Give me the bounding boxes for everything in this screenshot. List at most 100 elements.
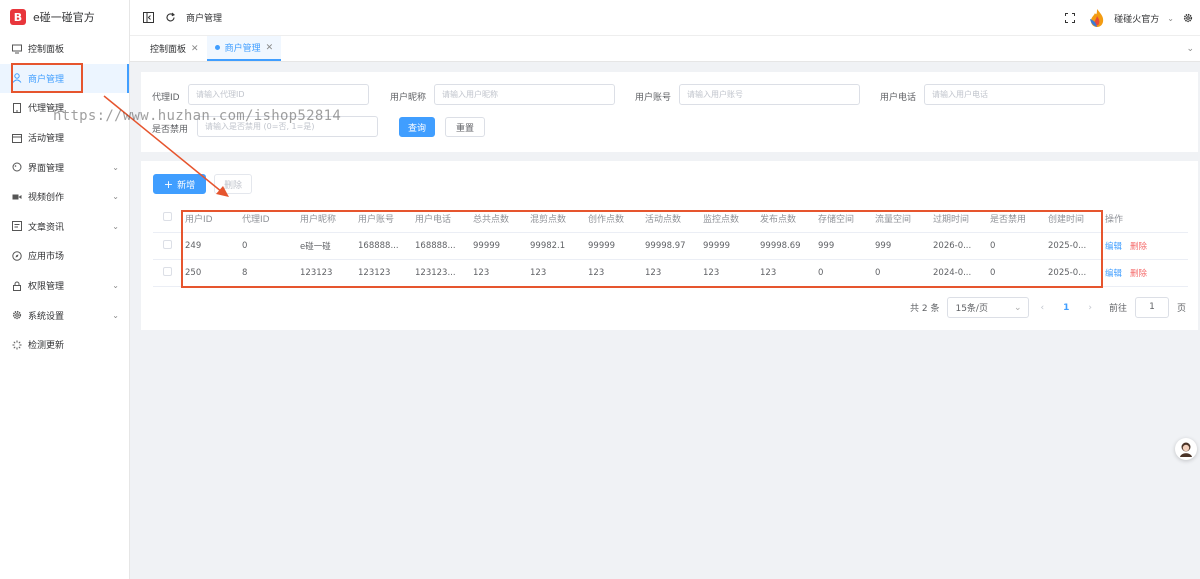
checkbox[interactable] [163,266,172,276]
chevron-down-icon: ⌄ [112,281,119,291]
table-cell: 123123 [300,259,358,287]
table-cell: 0 [818,259,875,287]
table-cell: 123 [588,259,645,287]
chevron-down-icon: ⌄ [112,192,119,202]
sidebar-item-article[interactable]: 文章资讯 ⌄ [0,212,129,242]
username[interactable]: 碰碰火官方 [1114,12,1159,25]
checkbox[interactable] [163,239,172,249]
row-select-cell[interactable] [153,259,185,287]
sidebar-item-settings[interactable]: 系统设置 ⌄ [0,300,129,330]
disabled-input[interactable]: 请输入是否禁用 (0=否, 1=是) [197,116,378,137]
next-page-icon[interactable]: › [1085,303,1095,313]
chevron-down-icon: ⌄ [112,162,119,172]
sidebar-item-label: 文章资讯 [28,222,65,233]
sidebar-item-label: 应用市场 [28,252,65,263]
reset-button[interactable]: 重置 [445,117,485,137]
lock-icon [12,281,22,291]
palette-icon [12,162,22,172]
search-form: 代理ID 请输入代理ID 用户昵称 请输入用户昵称 用户账号 请输入用户账号 用… [141,72,1198,152]
page-size-select[interactable]: 15条/页 ⌄ [947,297,1030,318]
pagination: 共 2 条 15条/页 ⌄ ‹ 1 › 前往 1 页 [910,297,1186,318]
column-header: 监控点数 [703,205,760,233]
close-icon[interactable]: ✕ [266,43,274,53]
edit-link[interactable]: 编辑 [1105,269,1122,279]
sidebar-item-market[interactable]: 应用市场 [0,241,129,271]
avatar[interactable] [1088,8,1106,28]
account-input[interactable]: 请输入用户账号 [679,84,860,105]
fullscreen-icon[interactable] [1064,12,1076,24]
active-dot [214,45,220,50]
table-cell: 123123 [358,259,415,287]
disabled-label: 是否禁用 [152,125,189,135]
support-avatar[interactable] [1175,438,1197,460]
column-header: 存储空间 [818,205,875,233]
topbar: 商户管理 碰碰火官方 ⌄ [130,0,1200,36]
sidebar-item-merchant[interactable]: 商户管理 [0,63,129,94]
column-header: 活动点数 [645,205,703,233]
tab-label: 商户管理 [224,44,261,54]
table-cell: 2025-0... [1048,259,1105,287]
edit-link[interactable]: 编辑 [1105,242,1122,252]
table-cell: 123 [760,259,818,287]
table-cell: 999 [818,232,875,260]
chevron-down-icon[interactable]: ⌄ [1167,14,1174,23]
table-cell: e碰一碰 [300,232,358,260]
delete-button[interactable]: 删除 [214,174,252,194]
tab-merchant[interactable]: 商户管理 ✕ [206,36,282,61]
logo-icon: B [10,9,26,25]
nickname-input[interactable]: 请输入用户昵称 [434,84,615,105]
sidebar-item-update[interactable]: 检测更新 [0,330,129,360]
refresh-icon[interactable] [164,12,176,24]
column-header: 创作点数 [588,205,645,233]
prev-page-icon[interactable]: ‹ [1037,303,1047,313]
sidebar-item-label: 界面管理 [28,163,65,174]
page-number-current[interactable]: 1 [1055,303,1077,313]
sidebar-item-label: 权限管理 [28,282,65,293]
table-cell: 99998.69 [760,232,818,260]
phone-icon [12,102,22,113]
query-button[interactable]: 查询 [399,117,435,137]
sidebar-item-label: 视频创作 [28,193,65,204]
table-cell: 99999 [703,232,760,260]
actions-cell: 编辑 删除 [1105,232,1188,260]
close-icon[interactable]: ✕ [191,44,199,54]
sidebar-item-permission[interactable]: 权限管理 ⌄ [0,271,129,301]
table-cell: 123123... [415,259,473,287]
column-header: 总共点数 [473,205,530,233]
sidebar-item-label: 控制面板 [28,45,65,56]
goto-page-input[interactable]: 1 [1134,297,1169,318]
agent-id-input[interactable]: 请输入代理ID [188,84,369,105]
chevron-down-icon: ⌄ [1013,302,1022,313]
collapse-sidebar-icon[interactable] [142,12,154,24]
column-header: 代理ID [242,205,300,233]
select-all-cell[interactable] [153,205,185,233]
table-cell: 249 [185,232,242,260]
table-cell: 2025-0... [1048,232,1105,260]
row-select-cell[interactable] [153,232,185,260]
sidebar-item-interface[interactable]: 界面管理 ⌄ [0,152,129,182]
table-cell: 99982.1 [530,232,588,260]
column-header: 用户ID [185,205,242,233]
logo[interactable]: B e碰一碰官方 [0,0,129,34]
chevron-down-icon[interactable]: ⌄ [1186,44,1194,54]
checkbox[interactable] [163,212,172,222]
table-cell: 8 [242,259,300,287]
delete-link[interactable]: 删除 [1130,269,1147,279]
tags-view: 控制面板 ✕ 商户管理 ✕ ⌄ [130,36,1200,62]
phone-input[interactable]: 请输入用户电话 [924,84,1105,105]
sidebar-item-video[interactable]: 视频创作 ⌄ [0,182,129,212]
table-cell: 250 [185,259,242,287]
table-cell: 123 [645,259,703,287]
sidebar-item-agent[interactable]: 代理管理 [0,93,129,123]
monitor-icon [12,44,22,54]
tab-dashboard[interactable]: 控制面板 ✕ [142,36,207,61]
page-suffix: 页 [1176,304,1186,314]
gear-icon[interactable] [1182,12,1194,24]
add-button[interactable]: + 新增 [153,174,206,194]
app-root: B e碰一碰官方 控制面板 商户管理 代理管理 活动管理 界面管理 ⌄ 视频创作… [0,0,1200,579]
delete-link[interactable]: 删除 [1130,242,1147,252]
sidebar-item-dashboard[interactable]: 控制面板 [0,34,129,64]
gear-icon [12,310,22,320]
sidebar-item-activity[interactable]: 活动管理 [0,123,129,153]
table-cell: 0 [242,232,300,260]
